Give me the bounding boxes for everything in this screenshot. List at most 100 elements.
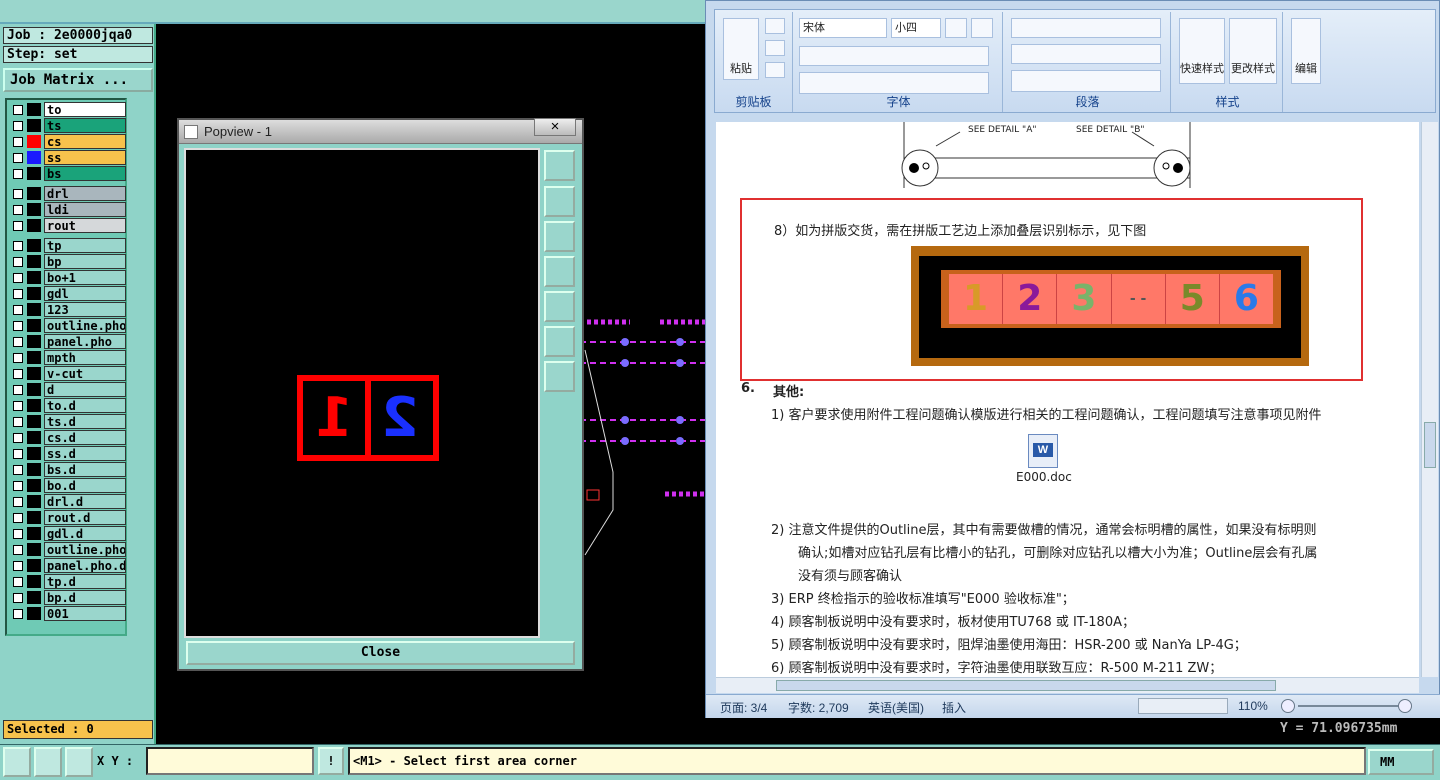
layer-checkbox[interactable]: [13, 205, 23, 215]
layer-checkbox[interactable]: [13, 577, 23, 587]
bold-italic-toolbar[interactable]: [799, 46, 989, 66]
document-page[interactable]: SEE DETAIL "A" SEE DETAIL "B" 8）如为拼版交货，需…: [716, 122, 1419, 677]
layer-checkbox[interactable]: [13, 417, 23, 427]
layer-checkbox[interactable]: [13, 221, 23, 231]
layer-color-swatch[interactable]: [27, 367, 41, 380]
layer-checkbox[interactable]: [13, 321, 23, 331]
vertical-scrollbar[interactable]: [1421, 122, 1438, 677]
char-border-icon[interactable]: [971, 18, 993, 38]
layer-color-swatch[interactable]: [27, 351, 41, 364]
layer-row[interactable]: tp.d: [9, 574, 126, 589]
close-icon[interactable]: ×: [534, 118, 576, 136]
layer-color-swatch[interactable]: [27, 575, 41, 588]
layer-checkbox[interactable]: [13, 593, 23, 603]
layer-checkbox[interactable]: [13, 153, 23, 163]
layer-checkbox[interactable]: [13, 401, 23, 411]
layer-color-swatch[interactable]: [27, 591, 41, 604]
layer-color-swatch[interactable]: [27, 135, 41, 148]
zoom-in-icon[interactable]: [544, 326, 575, 357]
layer-color-swatch[interactable]: [27, 479, 41, 492]
layer-row[interactable]: rout.d: [9, 510, 126, 525]
layer-name[interactable]: 001: [44, 606, 126, 621]
word-doc-icon[interactable]: W: [1028, 434, 1058, 468]
layer-checkbox[interactable]: [13, 241, 23, 251]
measure-tool-icon[interactable]: [34, 747, 62, 777]
layer-checkbox[interactable]: [13, 137, 23, 147]
layer-row[interactable]: rout: [9, 218, 126, 233]
layer-color-swatch[interactable]: [27, 319, 41, 332]
popview-title-bar[interactable]: Popview - 1: [179, 120, 582, 144]
layer-name[interactable]: d: [44, 382, 126, 397]
layer-color-swatch[interactable]: [27, 151, 41, 164]
horizontal-scrollbar[interactable]: [716, 677, 1419, 693]
layer-row[interactable]: bs: [9, 166, 126, 181]
layer-checkbox[interactable]: [13, 121, 23, 131]
align-toolbar[interactable]: [1011, 44, 1161, 64]
layer-color-swatch[interactable]: [27, 203, 41, 216]
zoom-slider[interactable]: [1298, 705, 1398, 707]
layer-name[interactable]: ts: [44, 118, 126, 133]
layer-checkbox[interactable]: [13, 513, 23, 523]
pan-left-icon[interactable]: [544, 256, 575, 287]
layer-row[interactable]: to.d: [9, 398, 126, 413]
layer-color-swatch[interactable]: [27, 103, 41, 116]
list-toolbar[interactable]: [1011, 18, 1161, 38]
layer-color-swatch[interactable]: [27, 495, 41, 508]
layer-name[interactable]: gdl.d: [44, 526, 126, 541]
zoom-in-icon[interactable]: [1398, 699, 1412, 713]
layer-name[interactable]: ldi: [44, 202, 126, 217]
hscroll-thumb[interactable]: [776, 680, 1276, 691]
layer-checkbox[interactable]: [13, 105, 23, 115]
cut-icon[interactable]: [765, 18, 785, 34]
layer-row[interactable]: panel.pho: [9, 334, 126, 349]
view-buttons[interactable]: [1138, 698, 1228, 714]
layer-row[interactable]: tp: [9, 238, 126, 253]
layer-color-swatch[interactable]: [27, 239, 41, 252]
layer-checkbox[interactable]: [13, 189, 23, 199]
layer-row[interactable]: ts: [9, 118, 126, 133]
zoom-out-icon[interactable]: [544, 361, 575, 392]
layer-name[interactable]: panel.pho.d: [44, 558, 126, 573]
layer-checkbox[interactable]: [13, 273, 23, 283]
layer-name[interactable]: to: [44, 102, 126, 117]
layer-name[interactable]: ss: [44, 150, 126, 165]
layer-row[interactable]: drl: [9, 186, 126, 201]
layer-name[interactable]: gdl: [44, 286, 126, 301]
layer-color-swatch[interactable]: [27, 271, 41, 284]
layer-checkbox[interactable]: [13, 545, 23, 555]
layer-name[interactable]: rout.d: [44, 510, 126, 525]
layer-name[interactable]: tp: [44, 238, 126, 253]
layer-checkbox[interactable]: [13, 337, 23, 347]
status-mode[interactable]: 插入: [942, 699, 966, 716]
status-language[interactable]: 英语(美国): [868, 699, 924, 716]
layer-color-swatch[interactable]: [27, 187, 41, 200]
layer-name[interactable]: cs: [44, 134, 126, 149]
layer-color-swatch[interactable]: [27, 607, 41, 620]
layer-row[interactable]: cs.d: [9, 430, 126, 445]
zoom-fit-icon[interactable]: [544, 150, 575, 181]
layer-checkbox[interactable]: [13, 289, 23, 299]
layer-name[interactable]: tp.d: [44, 574, 126, 589]
layer-name[interactable]: outline.pho: [44, 318, 126, 333]
layer-row[interactable]: bo.d: [9, 478, 126, 493]
attachment-name[interactable]: E000.doc: [1016, 470, 1072, 484]
layer-row[interactable]: 001: [9, 606, 126, 621]
copy-icon[interactable]: [765, 40, 785, 56]
layer-name[interactable]: bp.d: [44, 590, 126, 605]
layer-row[interactable]: ss: [9, 150, 126, 165]
layer-row[interactable]: v-cut: [9, 366, 126, 381]
layer-checkbox[interactable]: [13, 465, 23, 475]
layer-color-swatch[interactable]: [27, 303, 41, 316]
layer-name[interactable]: mpth: [44, 350, 126, 365]
layer-checkbox[interactable]: [13, 369, 23, 379]
layer-name[interactable]: v-cut: [44, 366, 126, 381]
layer-checkbox[interactable]: [13, 305, 23, 315]
execute-button[interactable]: !: [318, 747, 344, 775]
zoom-level[interactable]: 110%: [1238, 699, 1268, 713]
layer-row[interactable]: mpth: [9, 350, 126, 365]
layer-row[interactable]: cs: [9, 134, 126, 149]
layer-color-swatch[interactable]: [27, 511, 41, 524]
layer-checkbox[interactable]: [13, 257, 23, 267]
text-color-toolbar[interactable]: [799, 72, 989, 94]
layer-color-swatch[interactable]: [27, 167, 41, 180]
